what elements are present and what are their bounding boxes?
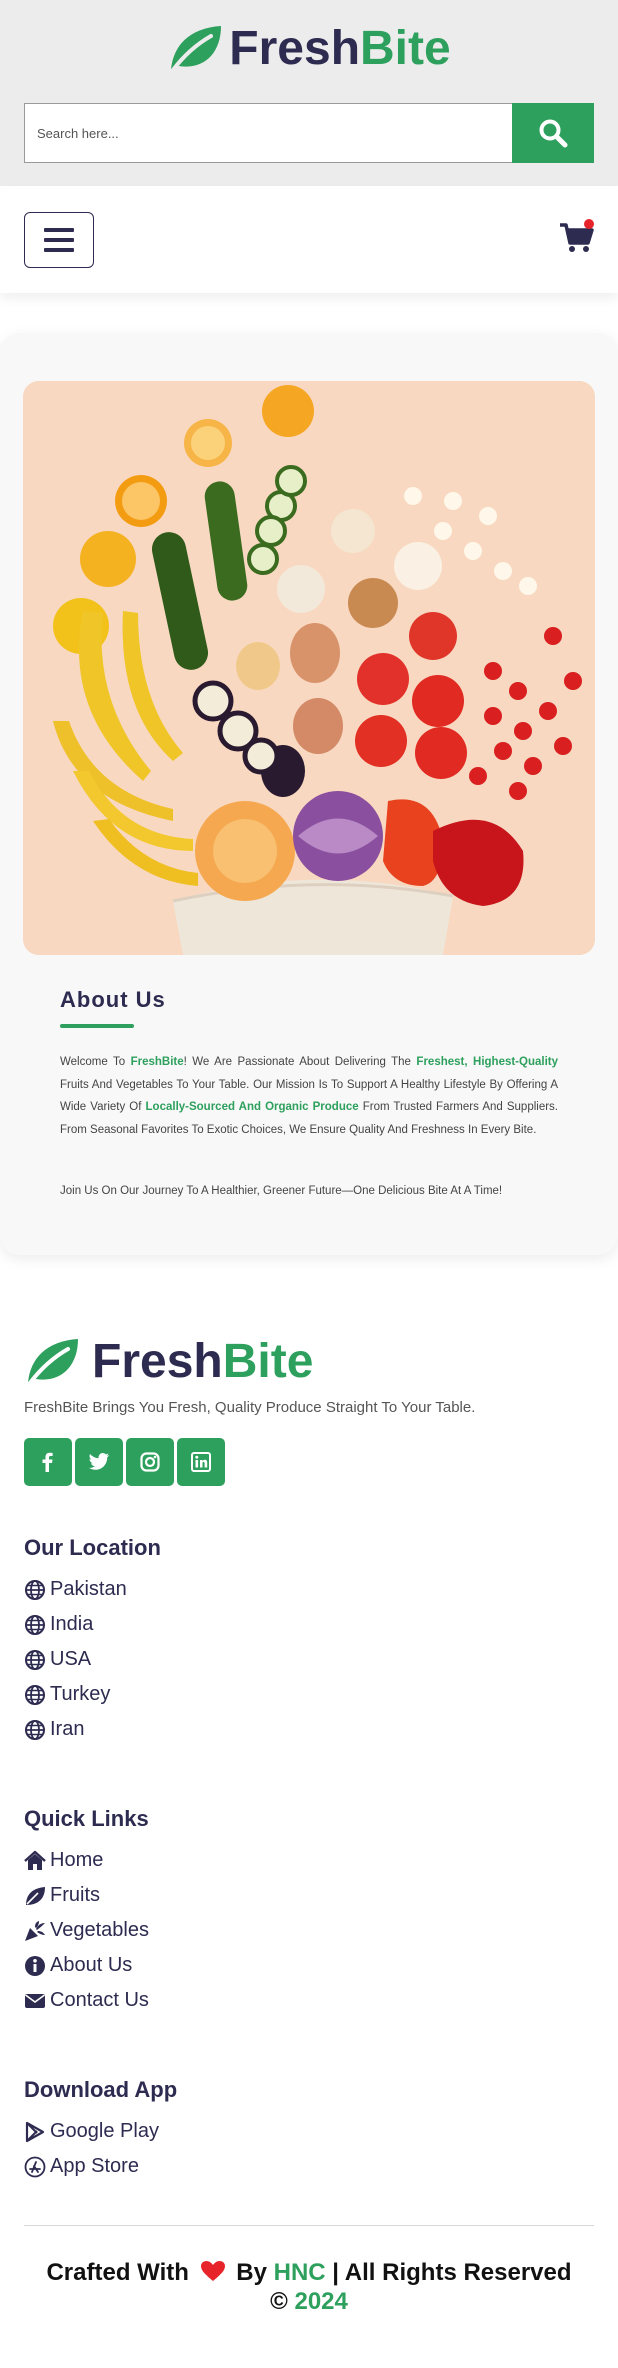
footer-divider [24, 2225, 594, 2226]
location-item[interactable]: USA [24, 1642, 127, 1677]
about-closing-text: Join Us On Our Journey To A Healthier, G… [60, 1185, 503, 1197]
google-play-link[interactable]: Google Play [24, 2114, 159, 2149]
search-bar [24, 103, 594, 163]
globe-icon [25, 1684, 45, 1705]
globe-icon [25, 1719, 45, 1740]
quick-link-label: Fruits [50, 1884, 100, 1906]
quick-link-label: Contact Us [50, 1989, 149, 2011]
instagram-link[interactable] [126, 1438, 174, 1486]
footer-tagline: FreshBite Brings You Fresh, Quality Prod… [24, 1399, 476, 1416]
google-play-icon [25, 2121, 45, 2142]
leaf-icon [171, 26, 222, 72]
download-app-list: Google Play App Store [24, 2114, 159, 2184]
app-store-icon [24, 2156, 46, 2177]
home-icon [24, 1850, 46, 1870]
location-item[interactable]: Iran [24, 1712, 127, 1747]
quick-link-fruits[interactable]: Fruits [24, 1878, 149, 1913]
produce-illustration [23, 381, 595, 955]
about-text-part: ! We Are Passionate About Delivering The [183, 1056, 417, 1068]
app-store-link[interactable]: App Store [24, 2149, 159, 2184]
credits-text: Crafted With [46, 2259, 189, 2286]
facebook-icon [42, 1452, 53, 1472]
hamburger-icon-bar [44, 238, 74, 242]
quick-link-about[interactable]: About Us [24, 1948, 149, 1983]
brand-name-bite: Bite [222, 1335, 314, 1388]
globe-icon [25, 1614, 45, 1635]
heart-icon [200, 2261, 225, 2281]
download-app-label: App Store [50, 2155, 139, 2177]
download-app-title: Download App [24, 2077, 178, 2102]
about-title-underline [60, 1024, 134, 1028]
linkedin-link[interactable] [177, 1438, 225, 1486]
info-icon [25, 1955, 45, 1976]
globe-icon [25, 1579, 45, 1600]
about-title: About Us [60, 987, 166, 1012]
quick-link-vegetables[interactable]: Vegetables [24, 1913, 149, 1948]
brand-logo[interactable]: FreshBite [0, 24, 618, 74]
copyright-year: 2024 [294, 2288, 348, 2315]
brand-name-fresh: Fresh [229, 22, 361, 75]
nav-bar [0, 186, 618, 293]
location-title: Our Location [24, 1535, 161, 1560]
footer-brand-logo[interactable]: FreshBite [24, 1337, 313, 1387]
cart-button[interactable] [559, 219, 595, 255]
carrot-icon [25, 1920, 45, 1941]
copyright-symbol: © [270, 2288, 288, 2315]
credits: Crafted With By HNC | All Rights Reserve… [0, 2258, 618, 2316]
location-label: Iran [50, 1718, 85, 1740]
twitter-link[interactable] [75, 1438, 123, 1486]
about-brand-highlight: FreshBite [130, 1056, 184, 1068]
location-item[interactable]: Turkey [24, 1677, 127, 1712]
produce-image [23, 381, 595, 955]
cart-icon [560, 219, 594, 252]
menu-toggle-button[interactable] [24, 212, 94, 268]
search-input[interactable] [24, 103, 512, 163]
hamburger-icon-bar [44, 228, 74, 232]
location-label: Pakistan [50, 1578, 127, 1600]
hamburger-icon-bar [44, 248, 74, 252]
quick-link-label: Home [50, 1849, 104, 1871]
leaf-icon [26, 1886, 45, 1905]
location-item[interactable]: India [24, 1607, 127, 1642]
credits-text: | All Rights Reserved [332, 2259, 572, 2286]
quick-link-label: Vegetables [50, 1919, 149, 1941]
brand-name-fresh: Fresh [92, 1335, 223, 1388]
location-label: India [50, 1613, 94, 1635]
quick-links-list: Home Fruits Vegetables About Us Contact … [24, 1843, 149, 2018]
quick-link-contact[interactable]: Contact Us [24, 1983, 149, 2018]
download-app-label: Google Play [50, 2120, 159, 2142]
leaf-icon [28, 1339, 78, 1385]
quick-links-title: Quick Links [24, 1806, 149, 1831]
location-item[interactable]: Pakistan [24, 1572, 127, 1607]
search-icon [539, 119, 568, 148]
social-links [24, 1438, 225, 1486]
brand-name-bite: Bite [360, 22, 451, 75]
about-produce-highlight: Locally-Sourced And Organic Produce [145, 1101, 359, 1113]
search-button[interactable] [512, 103, 594, 163]
envelope-icon [25, 1993, 45, 2008]
instagram-icon [140, 1452, 160, 1472]
about-text-part: Welcome To [60, 1056, 131, 1068]
brand-name: FreshBite [229, 25, 450, 73]
quick-link-label: About Us [50, 1954, 133, 1976]
credits-author-link[interactable]: HNC [274, 2259, 326, 2286]
about-quality-highlight: Freshest, Highest-Quality [416, 1056, 558, 1068]
credits-text: By [236, 2259, 267, 2286]
globe-icon [25, 1649, 45, 1670]
facebook-link[interactable] [24, 1438, 72, 1486]
quick-link-home[interactable]: Home [24, 1843, 149, 1878]
cart-badge-dot [584, 219, 594, 229]
twitter-icon [89, 1453, 109, 1470]
location-label: USA [50, 1648, 92, 1670]
location-label: Turkey [50, 1683, 111, 1705]
top-header: FreshBite [0, 0, 618, 186]
location-list: Pakistan India USA Turkey Iran [24, 1572, 127, 1747]
about-section: About Us Welcome To FreshBite! We Are Pa… [0, 333, 618, 1255]
linkedin-icon [191, 1452, 211, 1472]
about-paragraph: Welcome To FreshBite! We Are Passionate … [60, 1051, 558, 1141]
footer-brand-name: FreshBite [92, 1338, 313, 1386]
